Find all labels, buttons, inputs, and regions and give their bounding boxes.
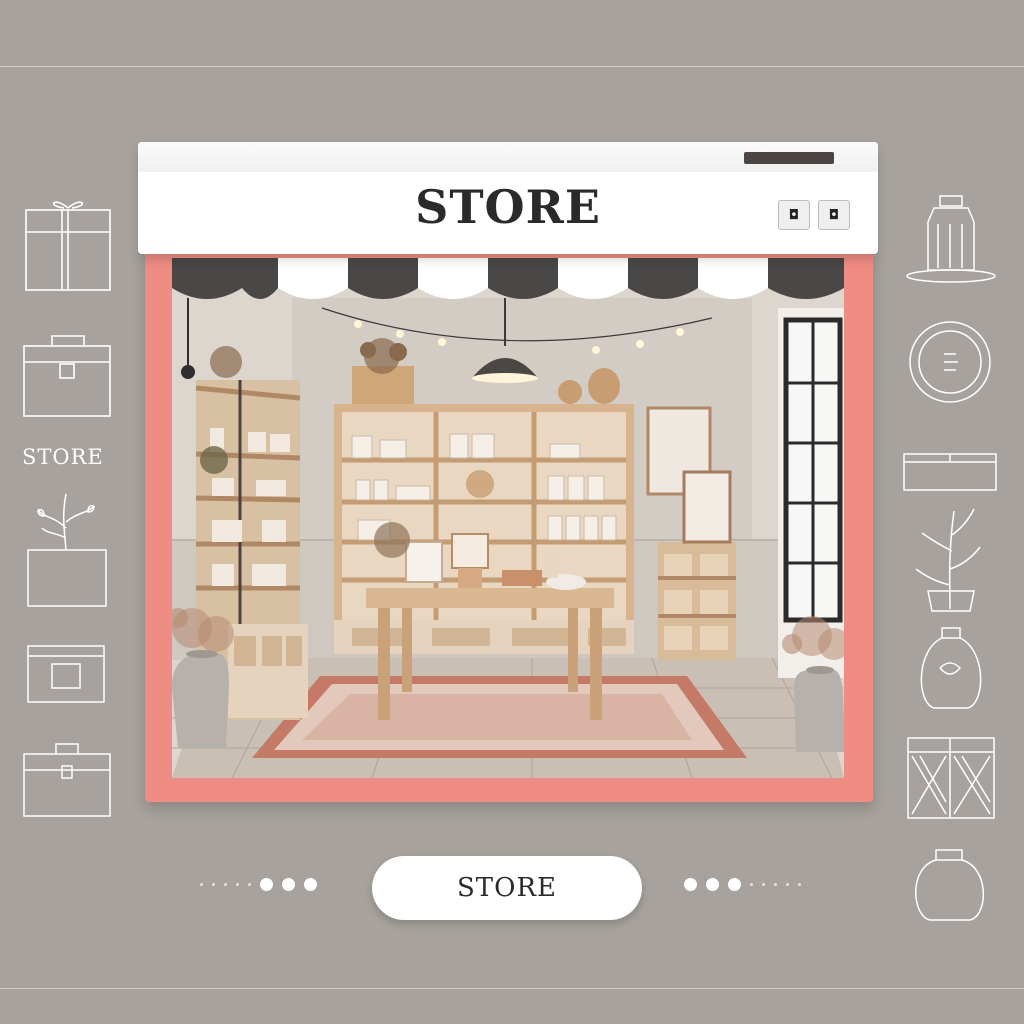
store-page: STORE STORE ◘ ◘ STORE xyxy=(0,0,1024,1024)
left-icon-column: STORE xyxy=(14,0,124,1024)
store-sign-title: STORE xyxy=(415,180,601,234)
pager-dot xyxy=(786,883,789,886)
awning-scallops xyxy=(172,258,844,299)
store-interior-scene[interactable] xyxy=(172,258,844,778)
pager-dot xyxy=(248,883,251,886)
pager-dot-large[interactable] xyxy=(728,878,741,891)
package-icon[interactable] xyxy=(900,732,1000,822)
top-divider xyxy=(0,66,1024,67)
pager-dot xyxy=(798,883,801,886)
briefcase-icon[interactable] xyxy=(14,330,114,430)
pager-dot xyxy=(750,883,753,886)
plant-sprig-icon[interactable] xyxy=(900,505,1000,615)
box-tray-icon[interactable] xyxy=(900,448,1000,498)
pager-dot xyxy=(236,883,239,886)
sign-slot xyxy=(744,152,834,164)
wallet-icon[interactable] xyxy=(14,640,114,710)
coin-icon[interactable] xyxy=(900,318,1000,408)
pager-dot-large[interactable] xyxy=(260,878,273,891)
pager-dot xyxy=(774,883,777,886)
pager-dot-large[interactable] xyxy=(304,878,317,891)
side-store-label: STORE xyxy=(22,445,104,469)
potted-plant-icon[interactable] xyxy=(14,488,114,608)
pager-dot-large[interactable] xyxy=(282,878,295,891)
right-icon-column xyxy=(900,0,1010,1024)
pager-dot xyxy=(224,883,227,886)
right-pager-dots xyxy=(684,878,801,891)
vase-icon[interactable] xyxy=(900,624,1000,714)
store-button[interactable]: STORE xyxy=(372,856,642,920)
pager-dot-large[interactable] xyxy=(706,878,719,891)
pager-dot xyxy=(200,883,203,886)
left-pager-dots xyxy=(200,878,317,891)
pager-dot xyxy=(212,883,215,886)
sign-button-1[interactable]: ◘ xyxy=(778,200,810,230)
pager-dot-large[interactable] xyxy=(684,878,697,891)
pager-dot xyxy=(762,883,765,886)
bag-icon[interactable] xyxy=(14,740,114,820)
bottom-divider xyxy=(0,988,1024,989)
sign-button-2[interactable]: ◘ xyxy=(818,200,850,230)
store-interior-illustration xyxy=(172,258,844,778)
pot-icon[interactable] xyxy=(900,846,1000,926)
